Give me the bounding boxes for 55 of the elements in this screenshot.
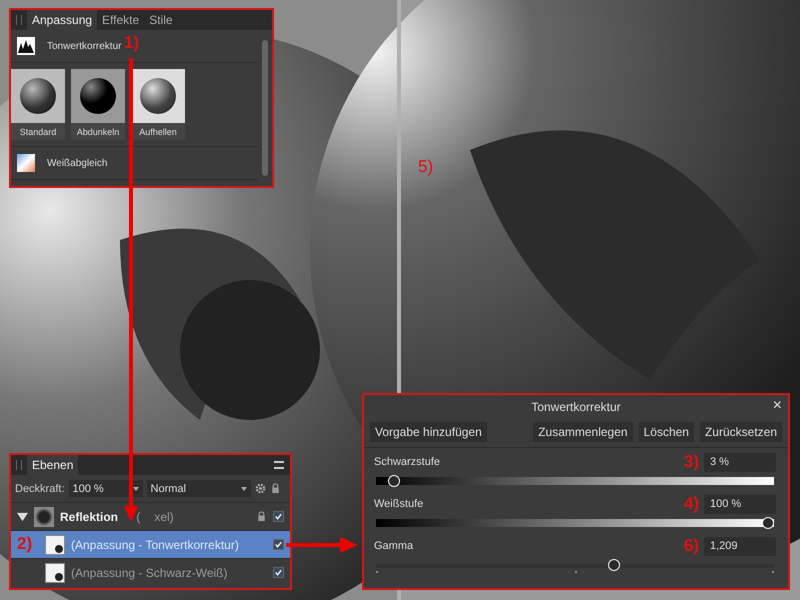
panel-tab[interactable]: Stile: [144, 10, 178, 30]
annotation-number: 1): [124, 33, 140, 53]
layer-type: xel): [154, 510, 174, 524]
menu-icon[interactable]: [274, 461, 284, 469]
histogram-icon: [17, 37, 35, 55]
annotation-number: 6): [684, 536, 699, 556]
gradient-swatch-icon: [17, 154, 35, 172]
visibility-checkbox[interactable]: [273, 567, 284, 578]
caret-icon: [240, 486, 247, 490]
preset-thumbnail[interactable]: Aufhellen: [131, 69, 185, 140]
dialog-button[interactable]: Vorgabe hinzufügen: [370, 422, 487, 442]
scrollbar[interactable]: [262, 40, 268, 176]
slider-label: Weißstufe: [374, 498, 424, 510]
annotation-number: 5): [418, 157, 434, 177]
disclosure-triangle-icon[interactable]: [17, 511, 28, 522]
layer-name: Reflektion: [60, 510, 120, 524]
lock-icon[interactable]: [256, 511, 267, 522]
grip-icon[interactable]: [16, 460, 22, 470]
visibility-checkbox[interactable]: [273, 539, 284, 550]
gear-icon[interactable]: [254, 483, 266, 494]
slider-thumb[interactable]: [762, 517, 774, 529]
arrow: [286, 537, 358, 553]
panel-tab[interactable]: Anpassung: [27, 10, 98, 30]
layer-thumbnail: [45, 562, 65, 582]
annotation-number: 4): [684, 494, 699, 514]
dialog-button[interactable]: Zusammenlegen: [533, 422, 633, 442]
slider-track[interactable]: [376, 475, 774, 487]
lock-icon[interactable]: [270, 483, 281, 494]
slider-label: Gamma: [374, 540, 414, 552]
slider-thumb[interactable]: [608, 559, 620, 571]
visibility-checkbox[interactable]: [273, 511, 284, 522]
grip-icon[interactable]: [16, 15, 22, 25]
preset-thumbnail[interactable]: Abdunkeln: [71, 69, 125, 140]
annotation-number: 3): [684, 452, 699, 472]
blend-mode-dropdown[interactable]: Normal: [146, 480, 251, 497]
slider-label: Schwarzstufe: [374, 456, 442, 468]
layer-type: (: [136, 510, 140, 524]
dialog-button[interactable]: Zurücksetzen: [700, 422, 782, 442]
slider-thumb[interactable]: [388, 475, 400, 487]
close-button[interactable]: ×: [770, 395, 784, 417]
value-field[interactable]: 100 %: [704, 494, 776, 514]
dialog-button[interactable]: Löschen: [638, 422, 694, 442]
layer-row[interactable]: (Anpassung - Schwarz-Weiß): [11, 558, 290, 586]
opacity-label: Deckkraft:: [15, 482, 65, 494]
layer-thumbnail: [34, 506, 54, 526]
slider-track[interactable]: [376, 517, 774, 529]
preset-thumbnail[interactable]: Standard: [11, 69, 65, 140]
panel-tab[interactable]: Effekte: [97, 10, 144, 30]
panel-tab[interactable]: Ebenen: [27, 455, 78, 475]
value-field[interactable]: 3 %: [704, 452, 776, 472]
annotation-number: 2): [17, 534, 32, 554]
dialog-title: Tonwertkorrektur: [531, 400, 621, 414]
layer-thumbnail: [45, 534, 65, 554]
value-field[interactable]: 1,209: [704, 536, 776, 556]
opacity-dropdown[interactable]: 100 %: [68, 480, 143, 497]
